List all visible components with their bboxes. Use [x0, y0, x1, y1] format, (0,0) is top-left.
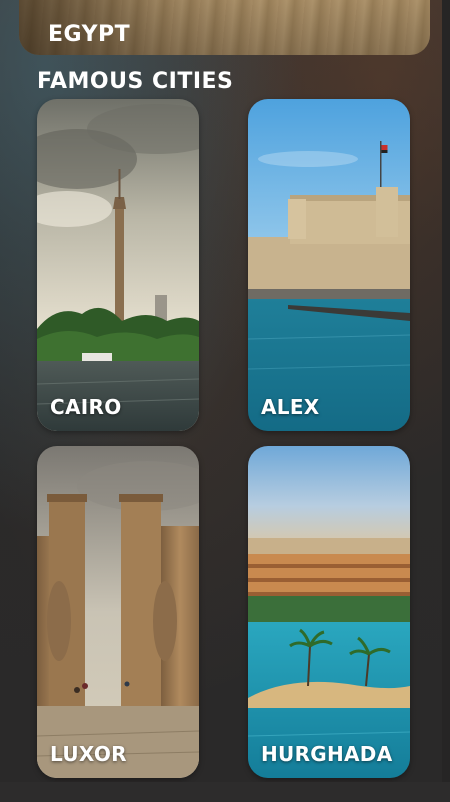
cairo-tower-photo — [37, 99, 199, 431]
luxor-temple-photo — [37, 446, 199, 778]
hurghada-resort-photo — [248, 446, 410, 778]
qaitbay-citadel-photo — [248, 99, 410, 431]
city-card-alex[interactable]: ALEX — [248, 99, 410, 431]
city-name-cairo: CAIRO — [50, 395, 122, 419]
city-card-cairo[interactable]: CAIRO — [37, 99, 199, 431]
city-name-luxor: LUXOR — [50, 742, 127, 766]
city-name-alex: ALEX — [261, 395, 320, 419]
section-title: FAMOUS CITIES — [37, 69, 234, 94]
city-card-hurghada[interactable]: HURGHADA — [248, 446, 410, 778]
city-name-hurghada: HURGHADA — [261, 742, 393, 766]
hero-card-egypt[interactable]: EGYPT — [19, 0, 430, 55]
scrollbar-track[interactable] — [442, 0, 450, 802]
bottom-bar — [0, 782, 450, 802]
city-card-luxor[interactable]: LUXOR — [37, 446, 199, 778]
hero-title: EGYPT — [48, 22, 131, 47]
